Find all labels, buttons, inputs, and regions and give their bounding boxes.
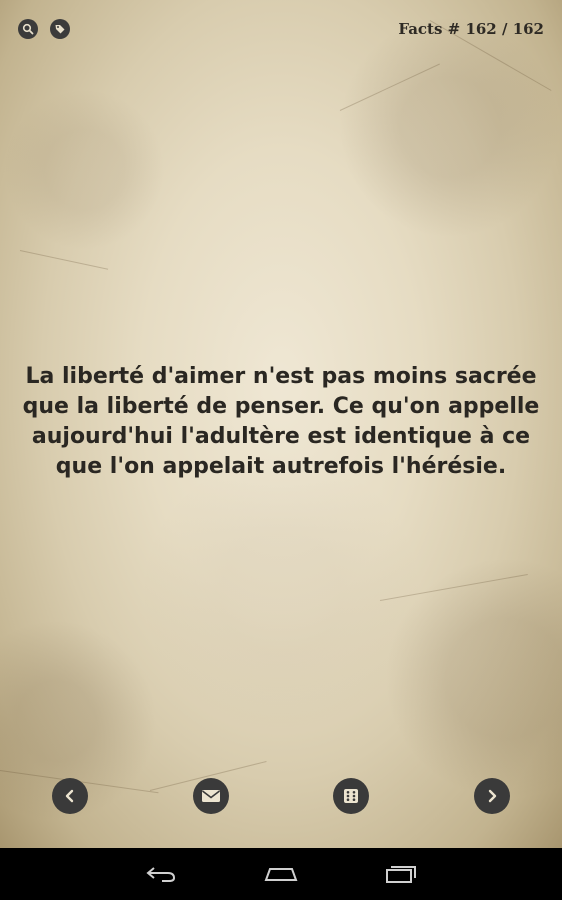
bottom-toolbar [0, 778, 562, 816]
random-button[interactable] [333, 778, 369, 814]
next-icon [488, 789, 497, 803]
tag-icon[interactable] [50, 19, 70, 39]
counter-current: 162 [465, 20, 497, 38]
system-navigation-bar [0, 848, 562, 900]
quote-text: La liberté d'aimer n'est pas moins sacré… [22, 364, 540, 479]
home-icon [264, 868, 298, 881]
top-bar: Facts # 162 / 162 [18, 16, 544, 42]
recent-apps-icon [386, 866, 416, 883]
search-icon[interactable] [18, 19, 38, 39]
counter-separator: / [496, 20, 513, 38]
mail-icon [202, 790, 220, 802]
paper-crack [379, 573, 528, 601]
previous-icon [65, 789, 74, 803]
previous-button[interactable] [52, 778, 88, 814]
home-button[interactable] [261, 860, 301, 888]
mail-button[interactable] [193, 778, 229, 814]
back-icon [146, 867, 176, 882]
paper-crack [339, 63, 440, 111]
back-button[interactable] [141, 860, 181, 888]
fact-counter: Facts # 162 / 162 [398, 20, 544, 38]
paper-background: Facts # 162 / 162 La liberté d'aimer n'e… [0, 0, 562, 848]
paper-crack [19, 250, 109, 270]
recent-apps-button[interactable] [381, 860, 421, 888]
next-button[interactable] [474, 778, 510, 814]
counter-prefix: Facts # [398, 20, 466, 38]
random-dice-icon [344, 789, 358, 803]
counter-total: 162 [512, 20, 544, 38]
